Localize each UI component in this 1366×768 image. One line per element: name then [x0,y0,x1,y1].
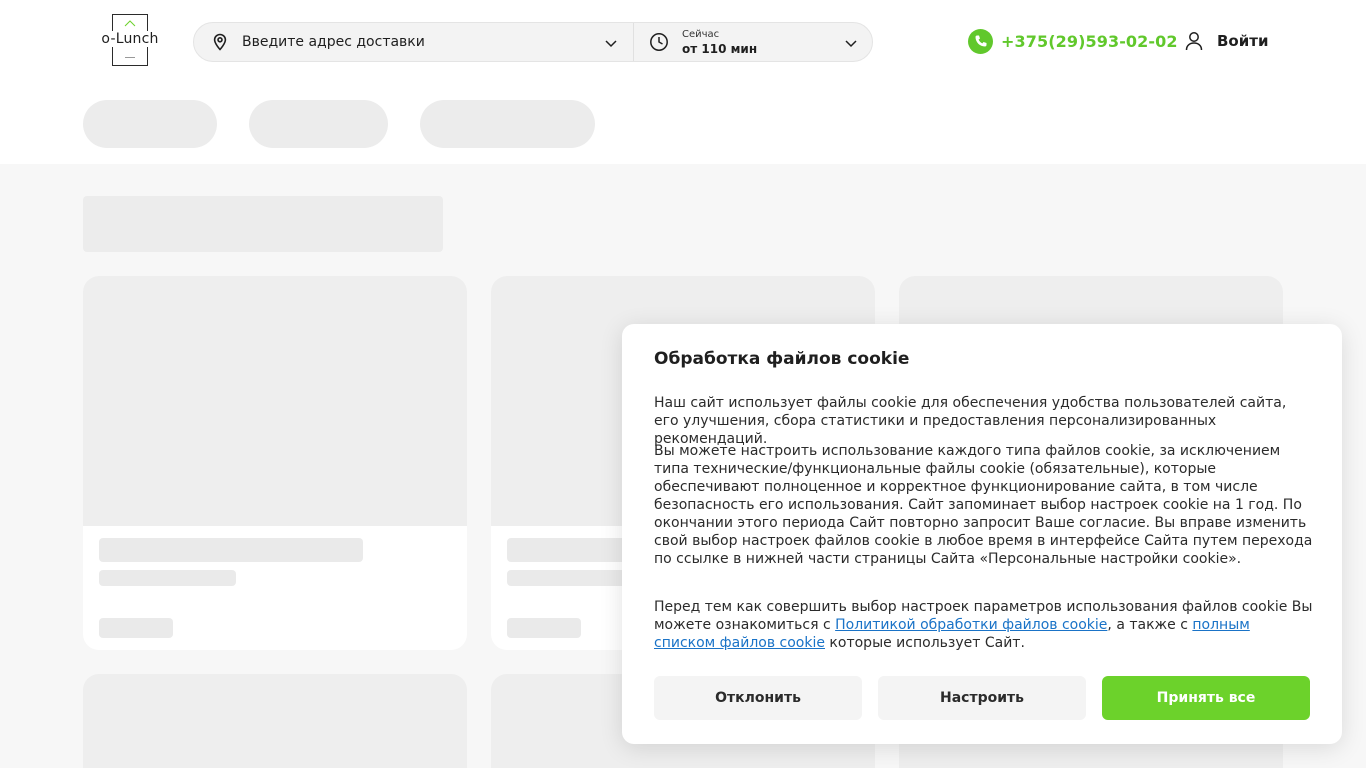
phone-icon [968,28,993,54]
category-tab-placeholder[interactable] [83,100,217,148]
product-subtitle-placeholder [99,570,236,586]
chevron-down-icon [605,40,617,48]
product-title-placeholder [99,538,363,562]
site-header: o-Lunch Введите адрес доставки Сейчас от… [0,0,1366,164]
time-value: от 110 мин [682,42,758,56]
clock-icon [650,33,668,51]
accept-all-button[interactable]: Принять все [1102,676,1310,720]
cookie-policy-text: , а также с [1107,617,1193,633]
address-field[interactable]: Введите адрес доставки [194,23,634,61]
user-icon [1185,32,1203,51]
delivery-time-selector[interactable]: Сейчас от 110 мин [634,23,872,61]
cookie-paragraph-intro: Наш сайт использует файлы cookie для обе… [654,395,1287,447]
phone-link[interactable]: +375(29)593-02-02 [968,28,1178,54]
cookie-dialog-title: Обработка файлов cookie [654,349,910,369]
logo-roof-icon [124,20,136,27]
cookie-policy-text: которые использует Сайт. [824,635,1025,651]
logo[interactable]: o-Lunch [101,14,159,66]
product-price-placeholder [99,618,173,638]
delivery-search-bar: Введите адрес доставки Сейчас от 110 мин [193,22,873,62]
logo-text: o-Lunch [101,31,159,47]
time-label: Сейчас [682,29,720,40]
section-title-placeholder [83,196,443,252]
cookie-consent-dialog: Обработка файлов cookie Наш сайт использ… [622,324,1342,744]
product-card-placeholder[interactable] [83,276,467,650]
logo-dash [125,57,135,58]
phone-number: +375(29)593-02-02 [1001,31,1178,51]
cookie-paragraph-policy: Перед тем как совершить выбор настроек п… [654,598,1314,652]
cookie-policy-link[interactable]: Политикой обработки файлов cookie [835,617,1107,633]
category-tab-placeholder[interactable] [249,100,388,148]
location-pin-icon [213,33,227,51]
decline-button[interactable]: Отклонить [654,676,862,720]
login-label: Войти [1217,32,1269,50]
category-tab-placeholder[interactable] [420,100,595,148]
cookie-paragraph-settings: Вы можете настроить использование каждог… [654,443,1313,567]
configure-button[interactable]: Настроить [878,676,1086,720]
login-button[interactable]: Войти [1185,31,1268,51]
product-price-placeholder [507,618,581,638]
chevron-down-icon [845,40,857,48]
address-placeholder: Введите адрес доставки [242,34,425,50]
product-card-placeholder[interactable] [83,674,467,768]
product-image-placeholder [83,276,467,526]
